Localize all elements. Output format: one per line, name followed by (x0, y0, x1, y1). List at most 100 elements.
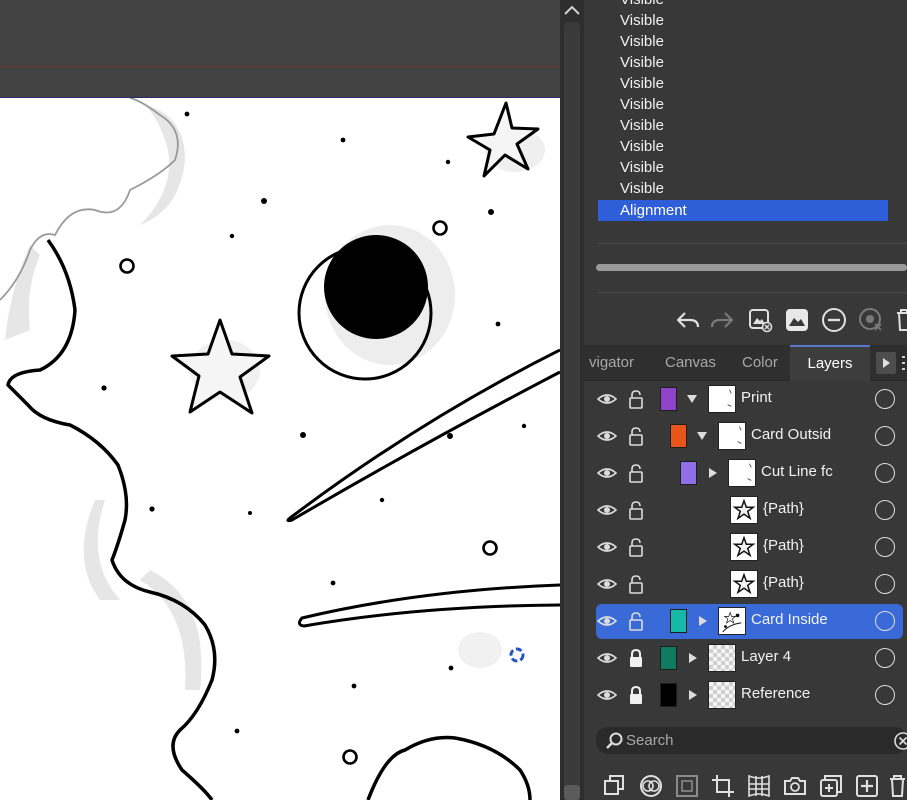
lock-icon[interactable] (627, 685, 645, 705)
expand-arrow-icon[interactable] (686, 688, 698, 702)
eye-icon[interactable] (597, 391, 617, 407)
layer-select-circle[interactable] (875, 537, 895, 557)
list-item-selected[interactable]: Alignment (598, 200, 888, 221)
layer-thumbnail[interactable] (708, 385, 736, 413)
layer-row[interactable]: {Path} (584, 529, 907, 566)
remove-button[interactable] (820, 304, 848, 336)
target-button[interactable] (857, 304, 885, 336)
layer-select-circle[interactable] (875, 500, 895, 520)
unlock-icon[interactable] (627, 574, 645, 594)
list-item[interactable]: Visible (598, 31, 888, 52)
layer-row[interactable]: Card Outsid (584, 418, 907, 455)
layer-color-swatch[interactable] (670, 424, 687, 448)
layer-name[interactable]: Print (741, 381, 866, 418)
layer-name[interactable]: {Path} (763, 566, 866, 603)
add-image-layer-button[interactable] (746, 304, 774, 336)
layer-row[interactable]: Card Inside (584, 603, 907, 640)
layer-name[interactable]: Card Outsid (751, 418, 866, 455)
scrollbar-thumb[interactable] (564, 785, 580, 800)
canvas-area[interactable] (0, 0, 560, 800)
more-tabs-button[interactable] (876, 352, 896, 374)
layer-name[interactable]: {Path} (763, 529, 866, 566)
image-button[interactable] (783, 304, 811, 336)
clear-search-icon[interactable] (893, 731, 907, 751)
layer-color-swatch[interactable] (680, 461, 697, 485)
layer-name[interactable]: Card Inside (751, 603, 866, 640)
eye-icon[interactable] (597, 465, 617, 481)
unlock-icon[interactable] (627, 611, 645, 631)
layer-select-circle[interactable] (875, 611, 895, 631)
layer-color-swatch[interactable] (660, 683, 677, 707)
layer-thumbnail[interactable] (730, 570, 758, 598)
list-item[interactable]: Visible (598, 157, 888, 178)
layer-name[interactable]: {Path} (763, 492, 866, 529)
add-layer-icon[interactable] (854, 773, 880, 799)
eye-icon[interactable] (597, 650, 617, 666)
list-item[interactable]: Visible (598, 10, 888, 31)
collapse-arrow-icon[interactable] (686, 392, 698, 406)
list-item[interactable]: Visible (598, 0, 888, 10)
eye-icon[interactable] (597, 502, 617, 518)
list-item[interactable]: Visible (598, 52, 888, 73)
list-item[interactable]: Visible (598, 136, 888, 157)
layer-thumbnail[interactable] (730, 496, 758, 524)
list-item[interactable]: Visible (598, 115, 888, 136)
undo-button[interactable] (674, 304, 702, 336)
panel-scrollbar[interactable] (560, 0, 584, 800)
expand-arrow-icon[interactable] (706, 466, 718, 480)
layer-thumbnail[interactable] (730, 533, 758, 561)
unlock-icon[interactable] (627, 537, 645, 557)
list-item[interactable]: Visible (598, 73, 888, 94)
eye-icon[interactable] (597, 613, 617, 629)
expand-arrow-icon[interactable] (686, 651, 698, 665)
expand-arrow-icon[interactable] (696, 614, 708, 628)
eye-icon[interactable] (597, 576, 617, 592)
delete-icon[interactable] (888, 773, 907, 799)
layer-name[interactable]: Cut Line fc (761, 455, 866, 492)
artwork-canvas[interactable] (0, 98, 560, 800)
crop-icon[interactable] (710, 773, 736, 799)
visibility-list[interactable]: Visible Visible Visible Visible Visible … (598, 0, 888, 228)
layers-list[interactable]: Print Card Outsid Cut Line fc {Path} {Path}{… (584, 381, 907, 711)
layer-name[interactable]: Reference (741, 677, 866, 714)
layer-color-swatch[interactable] (660, 646, 677, 670)
layer-name[interactable]: Layer 4 (741, 640, 866, 677)
trash-button[interactable] (890, 304, 907, 336)
unlock-icon[interactable] (627, 463, 645, 483)
mask-icon[interactable] (674, 773, 700, 799)
eye-icon[interactable] (597, 539, 617, 555)
layer-row[interactable]: Cut Line fc (584, 455, 907, 492)
list-item[interactable]: Visible (598, 94, 888, 115)
layer-color-swatch[interactable] (660, 387, 677, 411)
blend-mode-icon[interactable] (638, 773, 664, 799)
tab-layers[interactable]: Layers (790, 345, 870, 381)
layer-select-circle[interactable] (875, 389, 895, 409)
tab-color[interactable]: Color (742, 345, 788, 381)
layer-search[interactable] (596, 727, 907, 754)
layer-select-circle[interactable] (875, 648, 895, 668)
camera-icon[interactable] (782, 773, 808, 799)
layer-row[interactable]: {Path} (584, 492, 907, 529)
eye-icon[interactable] (597, 428, 617, 444)
chevron-up-icon[interactable] (562, 2, 582, 18)
warp-icon[interactable] (746, 773, 772, 799)
layer-thumbnail[interactable] (728, 459, 756, 487)
duplicate-layer-icon[interactable] (602, 773, 628, 799)
list-item[interactable]: Visible (598, 178, 888, 199)
tab-navigator[interactable]: vigator (589, 345, 645, 381)
layer-select-circle[interactable] (875, 463, 895, 483)
opacity-slider[interactable] (596, 264, 907, 271)
layer-color-swatch[interactable] (670, 609, 687, 633)
layer-select-circle[interactable] (875, 685, 895, 705)
redo-button[interactable] (708, 304, 736, 336)
layer-thumbnail[interactable] (708, 681, 736, 709)
lock-icon[interactable] (627, 648, 645, 668)
tab-canvas[interactable]: Canvas (665, 345, 721, 381)
add-group-icon[interactable] (818, 773, 844, 799)
layer-select-circle[interactable] (875, 574, 895, 594)
layer-thumbnail[interactable] (708, 644, 736, 672)
menu-dots-icon[interactable] (900, 353, 907, 373)
layer-row[interactable]: Reference (584, 677, 907, 714)
search-input[interactable] (626, 730, 866, 751)
scrollbar-track[interactable] (564, 22, 580, 800)
